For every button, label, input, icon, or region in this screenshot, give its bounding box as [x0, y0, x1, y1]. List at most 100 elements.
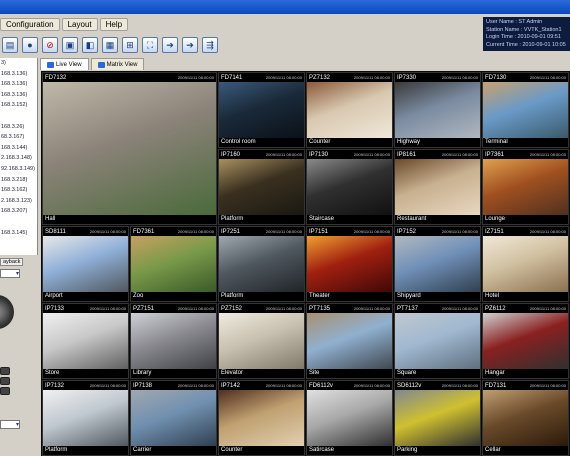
- camera-view[interactable]: IP7361 2009/11/11 08:00:00 Lounge: [482, 149, 569, 225]
- camera-view[interactable]: SD6112v 2009/11/11 08:00:00 Parking: [394, 380, 481, 456]
- camera-view[interactable]: IP7132 2009/11/11 08:00:00 Platform: [42, 380, 129, 456]
- camera-location-label: Shipyard: [395, 292, 480, 301]
- layout-1-icon[interactable]: ▦: [102, 37, 118, 53]
- camera-location-label: Staircase: [307, 215, 392, 224]
- camera-view[interactable]: IP8161 2009/11/11 08:00:00 Restaurant: [394, 149, 481, 225]
- camera-view[interactable]: IZ7151 2009/11/11 08:00:00 Hotel: [482, 226, 569, 302]
- camera-timestamp: 2009/11/11 08:00:00: [441, 306, 478, 311]
- tree-item[interactable]: 168.3.136): [0, 79, 37, 90]
- camera-id: IP7133: [45, 305, 65, 312]
- camera-view[interactable]: SD8111 2009/11/11 08:00:00 Airport: [42, 226, 129, 302]
- camera-id: PZ7132: [309, 74, 331, 81]
- ptz-button[interactable]: [0, 387, 10, 395]
- playback-select[interactable]: ▾: [0, 269, 20, 278]
- camera-location-label: Site: [307, 369, 392, 378]
- tab-live-view[interactable]: Live View: [40, 58, 89, 70]
- camera-feed-image: [131, 390, 216, 446]
- tree-item[interactable]: 168.3.145): [0, 228, 37, 239]
- record-icon[interactable]: ●: [22, 37, 38, 53]
- camera-id: PT7135: [309, 305, 331, 312]
- tree-item[interactable]: 3): [0, 58, 37, 69]
- layout-4-icon[interactable]: ⊞: [122, 37, 138, 53]
- camera-feed-image: [483, 82, 568, 138]
- fullscreen-icon[interactable]: ⛶: [142, 37, 158, 53]
- camera-view[interactable]: IP7130 2009/11/11 08:00:00 Staircase: [306, 149, 393, 225]
- camera-feed-image: [307, 82, 392, 138]
- camera-location-label: Lounge: [483, 215, 568, 224]
- tree-item[interactable]: 168.3.136): [0, 90, 37, 101]
- camera-view[interactable]: PZ7152 2009/11/11 08:00:00 Elevator: [218, 303, 305, 379]
- camera-timestamp: 2009/11/11 08:00:00: [177, 75, 214, 80]
- camera-view[interactable]: FD7361 2009/11/11 08:00:00 Zoo: [130, 226, 217, 302]
- camera-view[interactable]: IP7133 2009/11/11 08:00:00 Store: [42, 303, 129, 379]
- camera-view[interactable]: PZ7151 2009/11/11 08:00:00 Library: [130, 303, 217, 379]
- previous-icon[interactable]: ➔: [162, 37, 178, 53]
- tree-item[interactable]: [0, 111, 37, 122]
- tree-item[interactable]: 92.168.3.149): [0, 164, 37, 175]
- station-name: Station Name : VVTK_Station1: [486, 26, 562, 33]
- tree-item[interactable]: 168.3.218): [0, 175, 37, 186]
- tree-item[interactable]: 168.3.152): [0, 100, 37, 111]
- tree-item[interactable]: [0, 217, 37, 228]
- camera-view[interactable]: FD7130 2009/11/11 08:00:00 Terminal: [482, 72, 569, 148]
- camera-view[interactable]: PZ7132 2009/11/11 08:00:00 Counter: [306, 72, 393, 148]
- camera-feed-image: [307, 159, 392, 215]
- camera-id: IP7142: [221, 382, 241, 389]
- ptz-button[interactable]: [0, 377, 10, 385]
- camera-view[interactable]: IP7151 2009/11/11 08:00:00 Theater: [306, 226, 393, 302]
- tree-item[interactable]: 168.3.162): [0, 185, 37, 196]
- camera-view[interactable]: PZ6112 2009/11/11 08:00:00 Hangar: [482, 303, 569, 379]
- menu-configuration[interactable]: Configuration: [0, 17, 60, 31]
- camera-view[interactable]: IP7138 2009/11/11 08:00:00 Carrier: [130, 380, 217, 456]
- camera-id: IP7160: [221, 151, 241, 158]
- camera-view[interactable]: IP7152 2009/11/11 08:00:00 Shipyard: [394, 226, 481, 302]
- camera-view[interactable]: FD7132 2009/11/11 08:00:00 Hall: [42, 72, 217, 225]
- ptz-button[interactable]: [0, 367, 10, 375]
- camera-location-label: Highway: [395, 138, 480, 147]
- camera-feed-image: [395, 82, 480, 138]
- tree-item[interactable]: 168.3.144): [0, 143, 37, 154]
- tree-item[interactable]: 168.3.136): [0, 69, 37, 80]
- next-icon[interactable]: ➔: [182, 37, 198, 53]
- camera-location-label: Airport: [43, 292, 128, 301]
- camera-location-label: Library: [131, 369, 216, 378]
- camera-header: IP7133 2009/11/11 08:00:00: [43, 304, 128, 313]
- snapshot-icon[interactable]: ▣: [62, 37, 78, 53]
- camera-view[interactable]: IP7251 2009/11/11 08:00:00 Platform: [218, 226, 305, 302]
- camera-view[interactable]: PT7137 2009/11/11 08:00:00 Square: [394, 303, 481, 379]
- camera-header: IP7152 2009/11/11 08:00:00: [395, 227, 480, 236]
- camera-view[interactable]: FD6112v 2009/11/11 08:00:00 Satircase: [306, 380, 393, 456]
- camera-view[interactable]: IP7142 2009/11/11 08:00:00 Counter: [218, 380, 305, 456]
- menu-help[interactable]: Help: [99, 17, 129, 31]
- camera-header: PZ7152 2009/11/11 08:00:00: [219, 304, 304, 313]
- camera-feed-image: [43, 390, 128, 446]
- camera-icon[interactable]: ◧: [82, 37, 98, 53]
- tree-item[interactable]: 2.168.3.123): [0, 196, 37, 207]
- ptz-joystick[interactable]: [0, 295, 14, 329]
- tree-item[interactable]: 168.3.26): [0, 122, 37, 133]
- camera-timestamp: 2009/11/11 08:00:00: [353, 75, 390, 80]
- playback-label[interactable]: ayback: [0, 258, 24, 266]
- menu-layout[interactable]: Layout: [61, 17, 98, 31]
- sequence-icon[interactable]: ⇶: [202, 37, 218, 53]
- camera-view[interactable]: FD7131 2009/11/11 08:00:00 Cellar: [482, 380, 569, 456]
- camera-view[interactable]: PT7135 2009/11/11 08:00:00 Site: [306, 303, 393, 379]
- camera-id: FD7132: [45, 74, 67, 81]
- ptz-select[interactable]: ▾: [0, 420, 20, 429]
- tree-item[interactable]: 168.3.207): [0, 206, 37, 217]
- tree-item[interactable]: 68.3.167): [0, 132, 37, 143]
- print-icon[interactable]: ▤: [2, 37, 18, 53]
- camera-feed-image: [219, 313, 304, 369]
- camera-timestamp: 2009/11/11 08:00:00: [177, 229, 214, 234]
- camera-view[interactable]: IP7160 2009/11/11 08:00:00 Platform: [218, 149, 305, 225]
- stop-record-icon[interactable]: ⊘: [42, 37, 58, 53]
- camera-header: PT7137 2009/11/11 08:00:00: [395, 304, 480, 313]
- camera-location-label: Counter: [307, 138, 392, 147]
- camera-view[interactable]: IP7330 2009/11/11 08:00:00 Highway: [394, 72, 481, 148]
- camera-feed-image: [395, 159, 480, 215]
- camera-timestamp: 2009/11/11 08:00:00: [529, 383, 566, 388]
- tree-item[interactable]: 2.168.3.148): [0, 153, 37, 164]
- camera-id: FD7131: [485, 382, 507, 389]
- tab-matrix-view[interactable]: Matrix View: [90, 58, 145, 70]
- camera-view[interactable]: FD7141 2009/11/11 08:00:00 Control room: [218, 72, 305, 148]
